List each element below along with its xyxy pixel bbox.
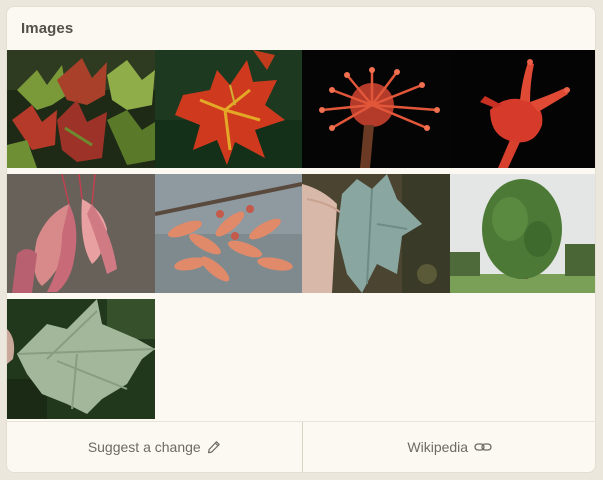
- suggest-change-button[interactable]: Suggest a change: [7, 422, 302, 472]
- image-tile-5[interactable]: [7, 174, 155, 293]
- image-tile-9[interactable]: [7, 299, 155, 419]
- wikipedia-label: Wikipedia: [407, 439, 469, 455]
- suggest-change-label: Suggest a change: [87, 439, 201, 455]
- image-tile-2[interactable]: [155, 50, 302, 168]
- pencil-icon: [207, 440, 221, 454]
- wikipedia-link[interactable]: Wikipedia: [303, 422, 596, 472]
- image-leaf-in-hand: [302, 174, 450, 293]
- image-tile-1[interactable]: [7, 50, 155, 168]
- image-tile-8[interactable]: [450, 174, 595, 293]
- image-leaf-underside: [7, 299, 155, 419]
- panel-title: Images: [21, 20, 74, 37]
- image-tile-3[interactable]: [302, 50, 450, 168]
- image-samaras-pink: [7, 174, 155, 293]
- image-samaras-branch: [155, 174, 302, 293]
- image-tree: [450, 174, 595, 293]
- image-tile-6[interactable]: [155, 174, 302, 293]
- link-icon: [474, 441, 492, 453]
- panel-footer: Suggest a change Wikipedia: [7, 421, 596, 472]
- image-red-flowers: [302, 50, 450, 168]
- image-red-flower-closeup: [450, 50, 595, 168]
- images-panel: Images Suggest a change Wikipedia: [6, 6, 596, 473]
- image-red-leaf: [155, 50, 302, 168]
- image-leaves-red-green: [7, 50, 155, 168]
- image-tile-4[interactable]: [450, 50, 595, 168]
- image-tile-7[interactable]: [302, 174, 450, 293]
- panel-header: Images: [7, 7, 595, 50]
